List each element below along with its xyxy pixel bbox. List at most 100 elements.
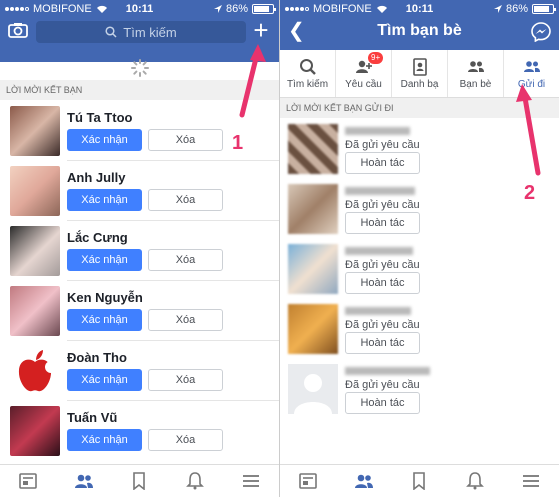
list-item: Đã gửi yêu cầu Hoàn tác [280,359,559,419]
list-item: Lắc Cưng Xác nhận Xóa [0,221,279,281]
page-title: Tìm bạn bè [377,22,462,39]
sent-status: Đã gửi yêu cầu [345,319,420,331]
contacts-icon [412,57,427,76]
status-time: 10:11 [125,3,154,15]
annotation-arrow-icon [239,44,266,118]
friends-icon[interactable] [354,472,374,490]
bell-icon[interactable] [465,472,485,490]
delete-button[interactable]: Xóa [148,129,223,151]
tab-label: Bạn bè [459,78,492,90]
search-placeholder: Tìm kiếm [123,24,177,40]
tab-label: Yêu cầu [345,78,382,90]
bookmark-icon[interactable] [129,472,149,490]
request-name[interactable]: Ken Nguyễn [67,290,143,305]
news-feed-icon[interactable] [298,472,318,490]
confirm-button[interactable]: Xác nhận [67,249,142,271]
status-time: 10:11 [405,3,434,15]
tab-label: Tìm kiếm [286,78,329,90]
blurred-name [345,127,410,135]
loading-spinner-icon [131,59,149,77]
delete-button[interactable]: Xóa [148,369,223,391]
undo-button[interactable]: Hoàn tác [345,332,420,354]
confirm-button[interactable]: Xác nhận [67,309,142,331]
news-feed-icon[interactable] [18,472,38,490]
avatar[interactable] [288,184,338,234]
undo-button[interactable]: Hoàn tác [345,272,420,294]
sent-status: Đã gửi yêu cầu [345,259,420,271]
undo-button[interactable]: Hoàn tác [345,392,420,414]
avatar[interactable] [10,406,60,456]
tab-search[interactable]: Tìm kiếm [280,50,336,97]
blurred-name [345,307,411,315]
add-friend-plus-icon[interactable]: + [250,17,272,43]
list-item: Anh Jully Xác nhận Xóa [0,161,279,221]
tab-requests[interactable]: 9+ Yêu cầu [336,50,392,97]
top-bar: MOBIFONE 10:11 86% ❮ Tìm bạn bè [280,0,559,50]
sent-status: Đã gửi yêu cầu [345,139,420,151]
notification-badge: 9+ [368,52,384,64]
avatar[interactable] [288,304,338,354]
request-name[interactable]: Anh Jully [67,170,126,185]
delete-button[interactable]: Xóa [148,309,223,331]
sent-status: Đã gửi yêu cầu [345,379,420,391]
avatar[interactable] [10,226,60,276]
bottom-nav [0,464,279,497]
list-item: Ken Nguyễn Xác nhận Xóa [0,281,279,341]
list-item: Đã gửi yêu cầu Hoàn tác [280,179,559,239]
status-bar: MOBIFONE 10:11 86% [280,0,559,18]
list-item: Đã gửi yêu cầu Hoàn tác [280,239,559,299]
step-number: 2 [524,182,536,204]
request-name[interactable]: Đoàn Tho [67,350,127,365]
find-friends-screen: MOBIFONE 10:11 86% ❮ Tìm bạn bè Tìm kiếm [280,0,559,497]
list-item: Đã gửi yêu cầu Hoàn tác [280,299,559,359]
request-name[interactable]: Tú Ta Ttoo [67,110,132,125]
request-name[interactable]: Tuấn Vũ [67,410,117,425]
friends-icon[interactable] [74,472,94,490]
confirm-button[interactable]: Xác nhận [67,429,142,451]
confirm-button[interactable]: Xác nhận [67,129,142,151]
sent-icon [523,60,540,72]
battery-icon [532,4,556,14]
bell-icon[interactable] [185,472,205,490]
battery-icon [252,4,276,14]
confirm-button[interactable]: Xác nhận [67,369,142,391]
delete-button[interactable]: Xóa [148,189,223,211]
apple-logo-avatar[interactable] [10,346,60,396]
sent-status: Đã gửi yêu cầu [345,199,420,211]
screenshot-pair: MOBIFONE 10:11 86% Tìm kiếm + LỜI MỜI KẾ… [0,0,559,497]
blurred-name [345,247,413,255]
list-item: Tuấn Vũ Xác nhận Xóa [0,401,279,461]
default-avatar-icon[interactable] [288,364,338,414]
tab-friends[interactable]: Bạn bè [448,50,504,97]
status-bar: MOBIFONE 10:11 86% [0,0,279,18]
avatar[interactable] [288,244,338,294]
search-icon [299,58,316,75]
request-name[interactable]: Lắc Cưng [67,230,128,245]
undo-button[interactable]: Hoàn tác [345,152,420,174]
blurred-name [345,367,430,375]
confirm-button[interactable]: Xác nhận [67,189,142,211]
bottom-nav [280,464,559,497]
avatar[interactable] [10,286,60,336]
search-icon [105,26,117,38]
tab-contacts[interactable]: Danh bạ [392,50,448,97]
delete-button[interactable]: Xóa [148,429,223,451]
menu-icon[interactable] [241,472,261,490]
avatar[interactable] [10,106,60,156]
avatar[interactable] [10,166,60,216]
blurred-name [345,187,415,195]
list-item: Đoàn Tho Xác nhận Xóa [0,341,279,401]
friends-icon [467,60,484,72]
tab-label: Danh bạ [400,78,439,90]
delete-button[interactable]: Xóa [148,249,223,271]
bookmark-icon[interactable] [409,472,429,490]
camera-icon[interactable] [8,22,28,38]
search-input[interactable]: Tìm kiếm [36,21,246,43]
undo-button[interactable]: Hoàn tác [345,212,420,234]
friend-requests-screen: MOBIFONE 10:11 86% Tìm kiếm + LỜI MỜI KẾ… [0,0,280,497]
avatar[interactable] [288,124,338,174]
menu-icon[interactable] [521,472,541,490]
messenger-icon[interactable] [531,22,551,42]
annotation-arrow-icon [516,84,541,176]
step-number: 1 [232,132,244,154]
